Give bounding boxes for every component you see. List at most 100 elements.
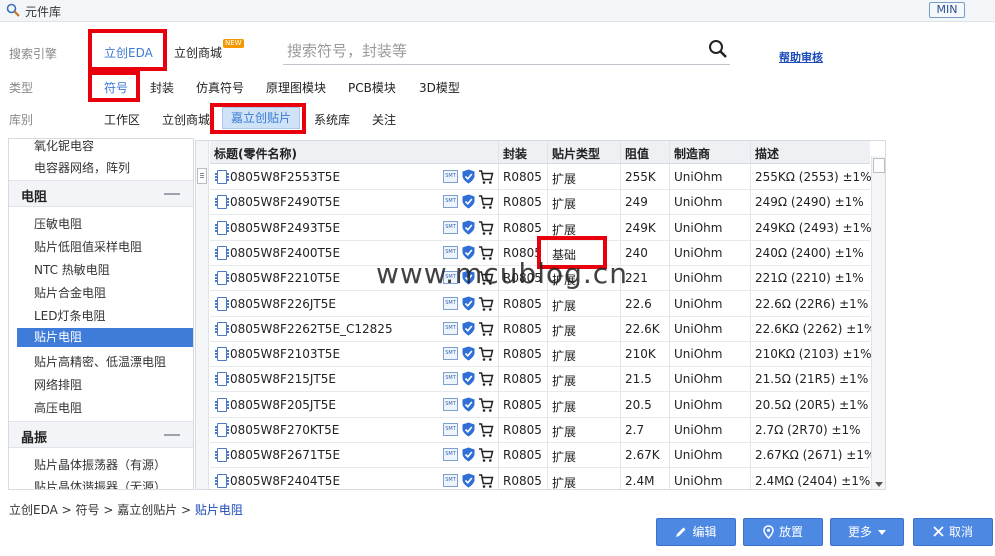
library-label: 库别 [9,113,34,127]
cell-resistance: 20.5 [625,398,652,412]
sidebar-item[interactable]: 贴片晶体谐振器（无源） [34,478,166,489]
table-row[interactable]: 0805W8F2490T5E SMT R0805 扩展 249 UniOhm 249Ω (2… [210,190,870,215]
cart-icon[interactable] [478,194,494,210]
more-label: 更多 [847,525,872,539]
cart-icon[interactable] [478,422,494,438]
table-row[interactable]: 0805W8F2103T5E SMT R0805 扩展 210K UniOhm 210KΩ … [210,342,872,367]
cart-icon[interactable] [478,321,494,337]
table-row[interactable]: 0805W8F270KT5E SMT R0805 扩展 2.7 UniOhm 2.7Ω (2… [210,418,870,443]
sidebar-item[interactable]: 氧化铌电容 [34,139,94,154]
sidebar-item[interactable]: 贴片低阻值采样电阻 [34,238,142,255]
shield-check-icon [462,422,475,437]
type-tab-schematic-module[interactable]: 原理图模块 [266,79,326,96]
table-row[interactable]: 0805W8F2493T5E SMT R0805 扩展 249K UniOhm 249KΩ … [210,216,872,241]
cell-description: 22.6Ω (22R6) ±1% [755,297,869,311]
cart-icon[interactable] [478,296,494,312]
smt-icon[interactable]: SMT [443,474,458,487]
cart-icon[interactable] [478,397,494,413]
smt-icon[interactable]: SMT [443,448,458,461]
smt-icon[interactable]: SMT [443,297,458,310]
sidebar-item[interactable]: NTC 热敏电阻 [34,261,110,278]
table-row[interactable]: 0805W8F2404T5E SMT R0805 扩展 2.4M UniOhm 2.4MΩ … [210,469,870,489]
cell-description: 249KΩ (2493) ±1% [755,221,872,235]
type-tab-3d-model[interactable]: 3D模型 [419,79,460,96]
vertical-scrollbar[interactable] [871,156,885,489]
cancel-button[interactable]: 取消 [913,518,993,546]
cart-icon[interactable] [478,346,494,362]
minimize-button[interactable]: MIN [929,2,965,18]
sidebar-item[interactable]: 贴片高精密、低温漂电阻 [34,353,166,370]
sidebar-item[interactable]: 贴片晶体振荡器（有源） [34,456,166,473]
search-input[interactable] [287,40,687,62]
lib-tab-lcsc[interactable]: 立创商城 [162,111,210,128]
scroll-down-icon[interactable] [875,482,883,487]
cell-resistance: 2.4M [625,474,655,488]
lib-tab-jlc-smt[interactable]: 嘉立创贴片 [222,107,300,129]
sidebar-group-resistor[interactable]: 电阻 [9,180,193,207]
engine-lceda[interactable]: 立创EDA [104,44,153,61]
sidebar-item[interactable]: 高压电阻 [34,399,82,416]
sidebar-item[interactable]: 电容器网络，阵列 [34,159,130,176]
chip-icon [215,246,229,260]
collapse-icon[interactable] [164,193,180,195]
splitter-handle[interactable] [196,141,209,489]
chip-icon [215,271,229,285]
edit-button[interactable]: 编辑 [656,518,736,546]
sidebar-item[interactable]: 贴片合金电阻 [34,284,106,301]
cart-icon[interactable] [478,169,494,185]
cell-description: 21.5Ω (21R5) ±1% [755,372,869,386]
collapse-icon[interactable] [164,434,180,436]
column-header-manufacturer[interactable]: 制造商 [674,145,710,162]
splitter-grip[interactable] [197,168,207,184]
type-tab-sim-symbol[interactable]: 仿真符号 [196,79,244,96]
column-header-package[interactable]: 封装 [503,145,527,162]
table-row[interactable]: 0805W8F2262T5E_C12825 SMT R0805 扩展 22.6K UniO… [210,317,875,342]
cell-package: R0805 [503,398,542,412]
window-title: 元件库 [25,5,62,19]
smt-icon[interactable]: SMT [443,347,458,360]
cart-icon[interactable] [478,371,494,387]
column-header-title[interactable]: 标题(零件名称) [214,145,297,162]
table-row[interactable]: 0805W8F215JT5E SMT R0805 扩展 21.5 UniOhm 21.5Ω … [210,367,870,392]
sidebar-group-crystal[interactable]: 晶振 [9,421,193,448]
type-tab-pcb-module[interactable]: PCB模块 [348,79,396,96]
cart-icon[interactable] [478,447,494,463]
help-review-link[interactable]: 帮助审核 [779,49,823,65]
table-row[interactable]: 0805W8F2671T5E SMT R0805 扩展 2.67K UniOhm 2.67K… [210,443,875,468]
sidebar-item[interactable]: LED灯条电阻 [34,307,106,324]
more-button[interactable]: 更多 [830,518,904,546]
cell-manufacturer: UniOhm [674,398,723,412]
smt-icon[interactable]: SMT [443,372,458,385]
type-tab-footprint[interactable]: 封装 [150,79,174,96]
cell-title: 0805W8F2103T5E [230,347,341,361]
lib-tab-system[interactable]: 系统库 [314,111,350,128]
cell-manufacturer: UniOhm [674,246,723,260]
sidebar-item[interactable]: 压敏电阻 [34,215,82,232]
column-header-description[interactable]: 描述 [755,145,779,162]
cell-manufacturer: UniOhm [674,221,723,235]
column-header-smt-type[interactable]: 贴片类型 [552,145,600,162]
smt-icon[interactable]: SMT [443,195,458,208]
scrollbar-thumb[interactable] [873,158,885,173]
cart-icon[interactable] [478,220,494,236]
column-header-resistance[interactable]: 阻值 [625,145,649,162]
table-row[interactable]: 0805W8F205JT5E SMT R0805 扩展 20.5 UniOhm 20.5Ω … [210,393,870,418]
engine-lcsc[interactable]: 立创商城 [174,44,222,61]
search-icon[interactable] [708,39,728,59]
table-row[interactable]: 0805W8F2553T5E SMT R0805 扩展 255K UniOhm 255KΩ … [210,165,872,190]
sidebar-item-smd-resistor[interactable]: 贴片电阻 [17,328,193,347]
cell-manufacturer: UniOhm [674,448,723,462]
sidebar-item[interactable]: 网络排阻 [34,376,82,393]
smt-icon[interactable]: SMT [443,322,458,335]
smt-icon[interactable]: SMT [443,221,458,234]
smt-icon[interactable]: SMT [443,170,458,183]
smt-icon[interactable]: SMT [443,398,458,411]
cart-icon[interactable] [478,473,494,489]
smt-icon[interactable]: SMT [443,423,458,436]
table-row[interactable]: 0805W8F226JT5E SMT R0805 扩展 22.6 UniOhm 22.6Ω … [210,292,870,317]
lib-tab-follow[interactable]: 关注 [372,111,396,128]
place-button[interactable]: 放置 [743,518,823,546]
type-tab-symbol[interactable]: 符号 [104,79,128,96]
cell-resistance: 240 [625,246,648,260]
lib-tab-workspace[interactable]: 工作区 [104,111,140,128]
